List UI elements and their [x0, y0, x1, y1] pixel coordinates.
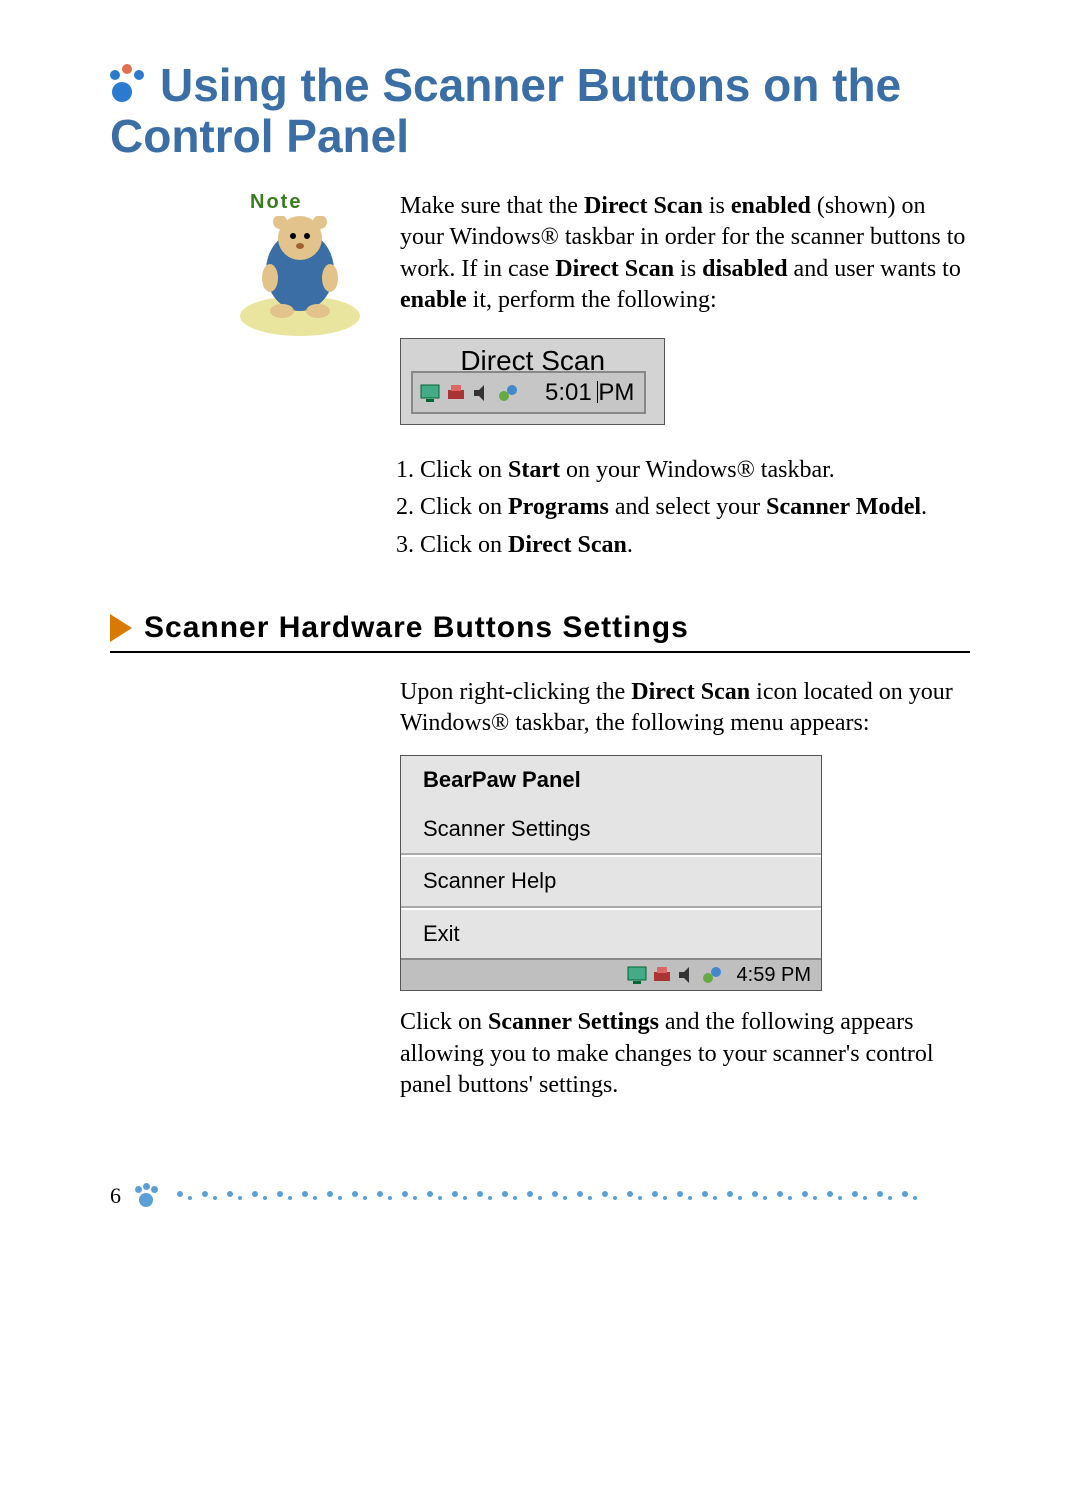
printer-icon: [651, 964, 673, 986]
menu-item-scanner-help[interactable]: Scanner Help: [401, 857, 821, 906]
context-menu-figure: BearPaw Panel Scanner Settings Scanner H…: [400, 755, 822, 991]
display-icon: [626, 964, 648, 986]
taskbar-figure-label: Direct Scan: [401, 343, 664, 379]
volume-icon: [471, 382, 493, 404]
document-page: Using the Scanner Buttons on the Control…: [0, 0, 1080, 1269]
bear-icon: [230, 216, 370, 341]
menu-item-exit[interactable]: Exit: [401, 910, 821, 959]
tray-icons: [626, 964, 723, 986]
menu-taskbar: 4:59 PM: [401, 958, 821, 990]
display-icon: [419, 382, 441, 404]
taskbar-figure: Direct Scan 5:01 PM: [400, 338, 665, 425]
section-heading-text: Scanner Hardware Buttons Settings: [144, 611, 689, 645]
page-title: Using the Scanner Buttons on the Control…: [110, 60, 970, 161]
tray-time: 4:59 PM: [737, 962, 811, 988]
callout-line: [597, 381, 598, 403]
note-row: Note Make sure tha: [110, 191, 970, 571]
tray-time: 5:01 PM: [545, 377, 634, 408]
page-number: 6: [110, 1183, 121, 1209]
section-heading: Scanner Hardware Buttons Settings: [110, 611, 970, 653]
direct-scan-icon: [701, 964, 723, 986]
page-title-text: Using the Scanner Buttons on the Control…: [110, 59, 901, 162]
paw-icon: [135, 1183, 161, 1209]
direct-scan-icon: [497, 382, 519, 404]
section-paragraph-2: Click on Scanner Settings and the follow…: [400, 1007, 970, 1101]
triangle-bullet-icon: [110, 614, 132, 642]
step-3: Click on Direct Scan.: [420, 530, 970, 561]
menu-item-bearpaw-panel[interactable]: BearPaw Panel: [401, 756, 821, 805]
note-illustration: Note: [220, 191, 380, 341]
volume-icon: [676, 964, 698, 986]
page-footer: 6: [110, 1183, 970, 1209]
menu-item-scanner-settings[interactable]: Scanner Settings: [401, 805, 821, 854]
step-2: Click on Programs and select your Scanne…: [420, 492, 970, 523]
tray-icons: [419, 382, 519, 404]
note-label: Note: [250, 191, 302, 214]
footer-dots: [175, 1191, 970, 1201]
section-body: Upon right-clicking the Direct Scan icon…: [110, 677, 970, 1113]
note-paragraph: Make sure that the Direct Scan is enable…: [400, 191, 970, 316]
steps-list: Click on Start on your Windows® taskbar.…: [400, 455, 970, 561]
printer-icon: [445, 382, 467, 404]
step-1: Click on Start on your Windows® taskbar.: [420, 455, 970, 486]
paw-icon: [110, 64, 150, 104]
section-paragraph-1: Upon right-clicking the Direct Scan icon…: [400, 677, 970, 739]
